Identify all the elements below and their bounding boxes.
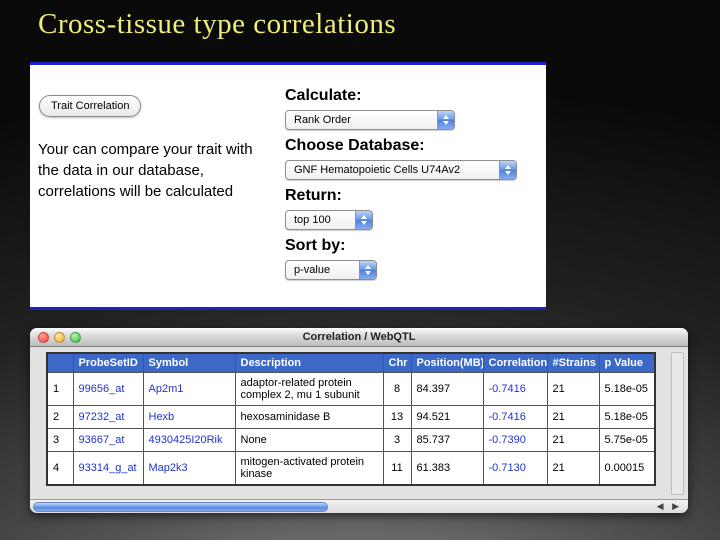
column-header-position[interactable]: Position(MB) (411, 353, 483, 373)
row-index: 2 (47, 406, 73, 429)
scrollbar-thumb[interactable] (33, 502, 328, 512)
column-header-description[interactable]: Description (235, 353, 383, 373)
calculate-label: Calculate: (285, 87, 537, 105)
correlation-table: ProbeSetID Symbol Description Chr Positi… (46, 352, 656, 486)
stepper-icon (499, 161, 516, 179)
symbol-link[interactable]: 4930425I20Rik (143, 429, 235, 452)
column-header-pvalue[interactable]: p Value (599, 353, 655, 373)
probeset-link[interactable]: 97232_at (73, 406, 143, 429)
panel-description: Your can compare your trait with the dat… (38, 139, 253, 202)
row-index: 3 (47, 429, 73, 452)
return-label: Return: (285, 187, 537, 205)
probeset-link[interactable]: 93667_at (73, 429, 143, 452)
column-header-correlation[interactable]: Correlation (483, 353, 547, 373)
description-cell: adaptor-related protein complex 2, mu 1 … (235, 373, 383, 406)
symbol-link[interactable]: Ap2m1 (143, 373, 235, 406)
window-title: Correlation / WebQTL (30, 331, 688, 343)
vertical-scrollbar[interactable] (671, 352, 684, 495)
scrollbar-arrow-icons[interactable]: ◀ ▶ (657, 501, 682, 512)
trait-correlation-panel: Trait Correlation Your can compare your … (30, 62, 546, 310)
database-select-value: GNF Hematopoietic Cells U74Av2 (286, 161, 499, 179)
strains-cell: 21 (547, 373, 599, 406)
stepper-icon (437, 111, 454, 129)
correlation-link[interactable]: -0.7130 (483, 452, 547, 485)
return-select[interactable]: top 100 (285, 210, 373, 230)
correlation-link[interactable]: -0.7390 (483, 429, 547, 452)
column-header-strains[interactable]: #Strains (547, 353, 599, 373)
database-select[interactable]: GNF Hematopoietic Cells U74Av2 (285, 160, 517, 180)
strains-cell: 21 (547, 429, 599, 452)
sort-label: Sort by: (285, 237, 537, 255)
results-window: Correlation / WebQTL ProbeSetID Symbol D… (30, 328, 688, 513)
pvalue-cell: 5.18e-05 (599, 373, 655, 406)
slide-title: Cross-tissue type correlations (38, 8, 396, 41)
stepper-icon (355, 211, 372, 229)
column-header-probesetid[interactable]: ProbeSetID (73, 353, 143, 373)
chr-cell: 11 (383, 452, 411, 485)
calculate-select-value: Rank Order (286, 111, 437, 129)
sort-select[interactable]: p-value (285, 260, 377, 280)
description-line-1: Your can compare your trait with (38, 139, 253, 160)
database-label: Choose Database: (285, 137, 537, 155)
sort-select-value: p-value (286, 261, 359, 279)
symbol-link[interactable]: Hexb (143, 406, 235, 429)
window-titlebar[interactable]: Correlation / WebQTL (30, 328, 688, 347)
chr-cell: 3 (383, 429, 411, 452)
calculate-select[interactable]: Rank Order (285, 110, 455, 130)
stepper-icon (359, 261, 376, 279)
position-cell: 61.383 (411, 452, 483, 485)
pvalue-cell: 5.75e-05 (599, 429, 655, 452)
description-cell: hexosaminidase B (235, 406, 383, 429)
description-cell: mitogen-activated protein kinase (235, 452, 383, 485)
position-cell: 94.521 (411, 406, 483, 429)
pvalue-cell: 0.00015 (599, 452, 655, 485)
row-index: 1 (47, 373, 73, 406)
table-header-row: ProbeSetID Symbol Description Chr Positi… (47, 353, 655, 373)
window-body: ProbeSetID Symbol Description Chr Positi… (30, 347, 688, 495)
horizontal-scrollbar[interactable]: ◀ ▶ (30, 499, 688, 513)
column-header-symbol[interactable]: Symbol (143, 353, 235, 373)
row-index: 4 (47, 452, 73, 485)
probeset-link[interactable]: 93314_g_at (73, 452, 143, 485)
correlation-link[interactable]: -0.7416 (483, 406, 547, 429)
table-row: 4 93314_g_at Map2k3 mitogen-activated pr… (47, 452, 655, 485)
strains-cell: 21 (547, 452, 599, 485)
probeset-link[interactable]: 99656_at (73, 373, 143, 406)
slide-background: Cross-tissue type correlations Trait Cor… (0, 0, 720, 540)
table-row: 1 99656_at Ap2m1 adaptor-related protein… (47, 373, 655, 406)
symbol-link[interactable]: Map2k3 (143, 452, 235, 485)
column-header-index (47, 353, 73, 373)
table-row: 3 93667_at 4930425I20Rik None 3 85.737 -… (47, 429, 655, 452)
description-cell: None (235, 429, 383, 452)
table-row: 2 97232_at Hexb hexosaminidase B 13 94.5… (47, 406, 655, 429)
chr-cell: 8 (383, 373, 411, 406)
correlation-link[interactable]: -0.7416 (483, 373, 547, 406)
form-controls: Calculate: Rank Order Choose Database: G… (285, 87, 537, 280)
chr-cell: 13 (383, 406, 411, 429)
strains-cell: 21 (547, 406, 599, 429)
description-line-2: the data in our database, (38, 160, 253, 181)
description-line-3: correlations will be calculated (38, 181, 253, 202)
return-select-value: top 100 (286, 211, 355, 229)
position-cell: 84.397 (411, 373, 483, 406)
position-cell: 85.737 (411, 429, 483, 452)
pvalue-cell: 5.18e-05 (599, 406, 655, 429)
trait-correlation-button[interactable]: Trait Correlation (39, 95, 141, 117)
column-header-chr[interactable]: Chr (383, 353, 411, 373)
